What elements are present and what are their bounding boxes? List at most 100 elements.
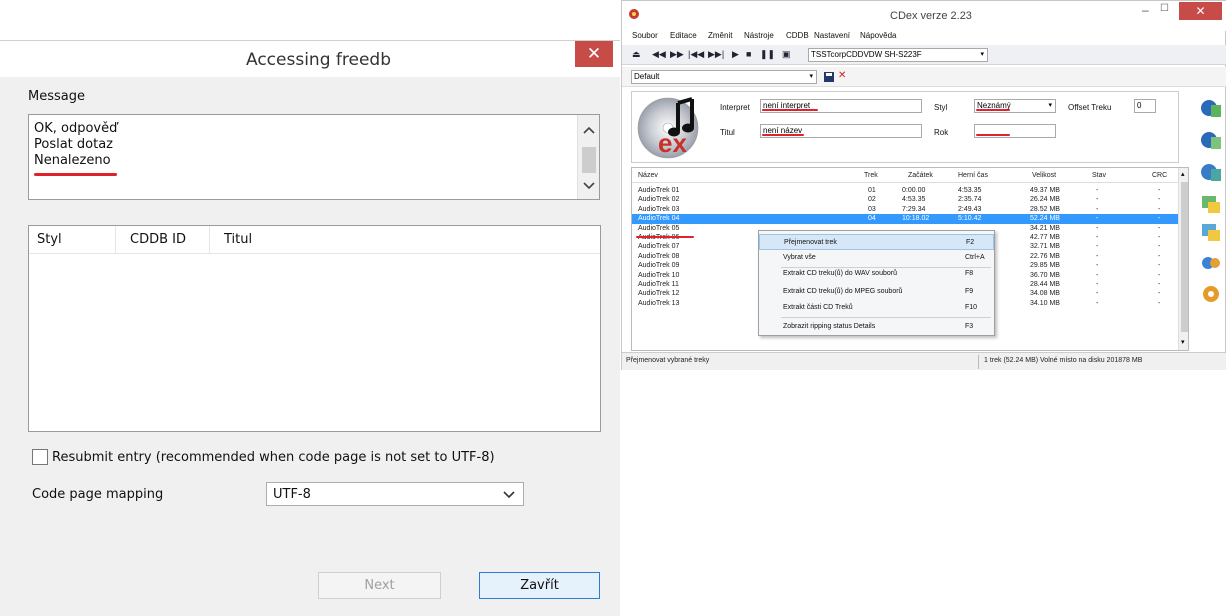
track-cell-stav: - (1096, 234, 1099, 241)
pause-icon[interactable]: ❚❚ (760, 49, 775, 60)
track-row[interactable]: AudioTrek 04 04 10:18.02 5:10.42 52.24 MB - - (632, 214, 1178, 224)
stop-icon[interactable]: ■ (746, 49, 751, 59)
drive-select[interactable]: TSSTcorpCDDVDW SH-S223F ▾ (808, 48, 988, 62)
logo-text: ex (658, 128, 687, 158)
track-cell-stav: - (1096, 224, 1099, 232)
cd-info-icon[interactable]: ▣ (782, 49, 791, 60)
track-cell-name: AudioTrek 01 (638, 187, 680, 194)
resubmit-checkbox[interactable] (32, 449, 48, 465)
track-cell-name: AudioTrek 03 (638, 205, 680, 213)
track-cell-size: 28.44 MB (1030, 281, 1060, 288)
results-list[interactable]: Styl CDDB ID Titul (28, 225, 601, 432)
track-cell-stav: - (1096, 299, 1099, 307)
scroll-down-icon[interactable] (578, 177, 600, 195)
column-header-styl[interactable]: Styl (37, 232, 62, 247)
profile-select[interactable]: Default ▾ (631, 70, 817, 84)
column-header-crc[interactable]: CRC (1152, 172, 1167, 179)
dialog-titlebar: Accessing freedb ✕ (0, 41, 620, 77)
track-cell-size: 36.70 MB (1030, 271, 1060, 279)
eject-icon[interactable]: ⏏ (632, 49, 641, 60)
track-cell-name: AudioTrek 11 (638, 281, 679, 288)
track-row[interactable]: AudioTrek 03 03 7:29.34 2:49.43 28.52 MB - - (632, 205, 1178, 214)
context-menu-item[interactable]: Extrakt CD treku(ů) do MPEG souborů F9 (759, 284, 994, 300)
cddb-remote-icon[interactable] (1200, 161, 1222, 183)
track-cell-stav: - (1096, 205, 1099, 213)
context-menu-item[interactable]: Extrakt CD treku(ů) do WAV souborů F8 (759, 266, 994, 282)
menu-editace[interactable]: Editace (670, 31, 697, 40)
track-cell-size: 34.10 MB (1030, 299, 1060, 307)
drive-value: TSSTcorpCDDVDW SH-S223F (811, 50, 922, 59)
track-cell-name: AudioTrek 05 (638, 224, 680, 232)
menu-zmenit[interactable]: Změnit (708, 31, 732, 40)
track-row[interactable]: AudioTrek 02 02 4:53.35 2:35.74 26.24 MB - - (632, 195, 1178, 204)
column-header-velikost[interactable]: Velikost (1032, 172, 1056, 179)
track-cell-stav: - (1096, 262, 1099, 270)
menu-nastroje[interactable]: Nástroje (744, 31, 774, 40)
track-cell-size: 28.52 MB (1030, 205, 1060, 213)
codepage-select[interactable]: UTF-8 (266, 482, 524, 506)
maximize-icon[interactable]: ☐ (1160, 3, 1169, 14)
next-button[interactable]: Next (318, 572, 441, 599)
context-menu-shortcut: F2 (966, 239, 975, 246)
next-track-icon[interactable]: ▶▶| (708, 49, 724, 60)
track-cell-stav: - (1096, 215, 1099, 223)
menu-soubor[interactable]: Soubor (632, 31, 658, 40)
track-cell-start: 7:29.34 (902, 205, 926, 213)
styl-label: Styl (934, 103, 948, 112)
track-cell-play: 2:35.74 (958, 196, 982, 204)
column-header-stav[interactable]: Stav (1092, 172, 1106, 179)
menu-cddb[interactable]: CDDB (786, 31, 809, 40)
scroll-up-icon[interactable] (578, 121, 600, 139)
context-menu-item[interactable]: Přejmenovat trek F2 (759, 234, 994, 250)
annotation-underline (762, 134, 804, 136)
offset-field[interactable]: 0 (1134, 99, 1156, 113)
context-menu-label: Extrakt části CD Treků (783, 304, 853, 311)
track-cell-stav: - (1096, 196, 1099, 204)
column-header-herni-cas[interactable]: Herní čas (958, 172, 988, 179)
column-header-nazev[interactable]: Název (638, 172, 658, 179)
menu-napoveda[interactable]: Nápověda (860, 31, 896, 40)
scroll-thumb[interactable] (582, 147, 596, 173)
close-icon[interactable]: ✕ (1179, 2, 1222, 20)
context-menu-item[interactable]: Extrakt části CD Treků F10 (759, 300, 994, 316)
prev-track-icon[interactable]: |◀◀ (688, 49, 704, 60)
context-menu-label: Vybrat vše (783, 254, 816, 261)
close-icon[interactable]: ✕ (575, 41, 613, 67)
rewind-icon[interactable]: ◀◀ (652, 49, 666, 60)
play-icon[interactable]: ▶ (732, 49, 739, 60)
track-cell-start: 4:53.35 (902, 196, 926, 204)
gear-icon[interactable] (1200, 283, 1222, 305)
track-cell-start: 10:18.02 (902, 215, 930, 223)
column-header-titul[interactable]: Titul (224, 232, 252, 247)
column-header-zacatek[interactable]: Začátek (908, 172, 933, 179)
minimize-icon[interactable]: – (1142, 3, 1149, 17)
cddb-read-icon[interactable] (1200, 97, 1222, 119)
extract-mpeg-icon[interactable] (1200, 221, 1222, 243)
context-menu-item[interactable]: Zobrazit ripping status Details F3 (759, 319, 994, 335)
search-icon[interactable] (1200, 253, 1222, 275)
track-cell-start: 0:00.00 (902, 187, 926, 194)
scroll-thumb[interactable] (1181, 182, 1188, 332)
context-menu-shortcut: F9 (965, 288, 974, 295)
offset-value: 0 (1137, 101, 1142, 110)
forward-icon[interactable]: ▶▶ (670, 49, 684, 60)
message-scrollbar[interactable] (577, 115, 599, 199)
extract-wav-icon[interactable] (1200, 193, 1222, 215)
track-list-scrollbar[interactable]: ▴ ▾ (1178, 168, 1188, 350)
track-row[interactable]: AudioTrek 01 01 0:00.00 4:53.35 49.37 MB - - (632, 186, 1178, 195)
column-header-cddb-id[interactable]: CDDB ID (130, 232, 186, 247)
cddb-submit-icon[interactable] (1200, 129, 1222, 151)
scroll-up-icon[interactable]: ▴ (1181, 170, 1185, 178)
menu-nastaveni[interactable]: Nastavení (814, 31, 850, 40)
column-header-trek[interactable]: Trek (864, 172, 878, 179)
context-menu-item[interactable]: Vybrat vše Ctrl+A (759, 250, 994, 266)
save-icon[interactable] (824, 72, 834, 82)
track-cell-size: 49.37 MB (1030, 187, 1060, 194)
profile-value: Default (634, 72, 660, 81)
message-line: OK, odpověď (34, 121, 118, 136)
close-button[interactable]: Zavřít (479, 572, 600, 599)
delete-icon[interactable]: ✕ (838, 70, 846, 81)
scroll-down-icon[interactable]: ▾ (1181, 338, 1185, 346)
track-cell-stav: - (1096, 281, 1099, 288)
side-toolbar (1197, 93, 1225, 303)
